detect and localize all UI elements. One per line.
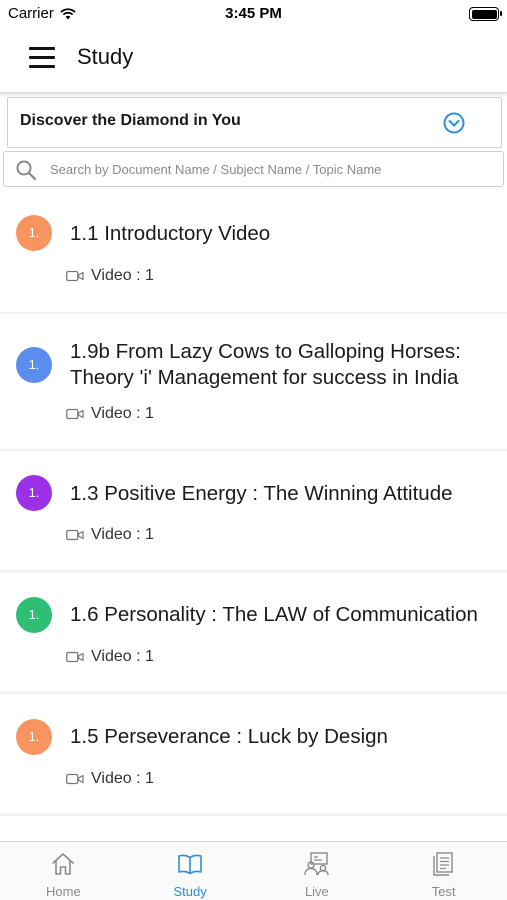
tab-test[interactable]: Test	[380, 842, 507, 900]
item-title: 1.9b From Lazy Cows to Galloping Horses:…	[70, 340, 461, 389]
list-item[interactable]	[0, 816, 507, 841]
item-number-badge: 1.	[16, 347, 52, 383]
course-dropdown-value: Discover the Diamond in You	[20, 112, 241, 129]
page-title: Study	[77, 44, 134, 69]
battery-icon	[469, 7, 502, 21]
study-list: 1. 1.1 Introductory Video Video : 1 1. 1…	[0, 193, 507, 841]
item-number-badge: 1.	[16, 719, 52, 755]
video-camera-icon	[66, 651, 84, 663]
search-bar	[3, 151, 504, 187]
item-video-count: Video : 1	[91, 405, 154, 422]
item-title: 1.3 Positive Energy : The Winning Attitu…	[70, 482, 453, 505]
tab-live[interactable]: Live	[254, 842, 381, 900]
app-header: Study	[0, 27, 507, 93]
tab-test-label: Test	[431, 884, 456, 899]
tab-study[interactable]: Study	[127, 842, 254, 900]
live-class-icon	[304, 852, 329, 876]
item-title: 1.6 Personality : The LAW of Communicati…	[70, 603, 478, 626]
clock: 3:45 PM	[225, 5, 282, 22]
item-number-badge: 1.	[16, 475, 52, 511]
list-item[interactable]: 1. 1.9b From Lazy Cows to Galloping Hors…	[0, 314, 507, 449]
home-icon	[52, 853, 75, 875]
test-document-icon	[432, 852, 453, 876]
item-video-count: Video : 1	[91, 526, 154, 543]
tab-live-label: Live	[304, 884, 329, 899]
item-title: 1.5 Perseverance : Luck by Design	[70, 725, 388, 748]
book-icon	[178, 854, 202, 875]
video-camera-icon	[66, 529, 84, 541]
item-video-count: Video : 1	[91, 648, 154, 665]
search-icon	[16, 160, 37, 181]
menu-icon[interactable]	[29, 47, 55, 69]
course-dropdown[interactable]: Discover the Diamond in You	[7, 97, 502, 148]
item-meta: Video : 1	[66, 405, 154, 423]
status-bar: Carrier 3:45 PM	[0, 0, 507, 27]
list-item[interactable]: 1. 1.5 Perseverance : Luck by Design Vid…	[0, 694, 507, 813]
search-input[interactable]	[50, 157, 490, 181]
item-title: 1.1 Introductory Video	[70, 222, 271, 245]
video-camera-icon	[66, 408, 84, 420]
list-item[interactable]: 1. 1.1 Introductory Video Video : 1	[0, 193, 507, 312]
tab-study-label: Study	[173, 884, 207, 899]
item-meta: Video : 1	[66, 770, 154, 788]
item-meta: Video : 1	[66, 267, 154, 285]
item-video-count: Video : 1	[91, 267, 154, 284]
item-video-count: Video : 1	[91, 770, 154, 787]
item-meta: Video : 1	[66, 648, 154, 666]
video-camera-icon	[66, 773, 84, 785]
list-item[interactable]: 1. 1.3 Positive Energy : The Winning Att…	[0, 451, 507, 570]
item-meta: Video : 1	[66, 526, 154, 544]
video-camera-icon	[66, 270, 84, 282]
tab-home-label: Home	[46, 884, 81, 899]
tab-home[interactable]: Home	[0, 842, 127, 900]
chevron-down-circle-icon	[443, 112, 465, 134]
item-number-badge: 1.	[16, 215, 52, 251]
tab-bar: Home Study Live Test	[0, 841, 507, 900]
list-item[interactable]: 1. 1.6 Personality : The LAW of Communic…	[0, 573, 507, 691]
item-number-badge: 1.	[16, 597, 52, 633]
